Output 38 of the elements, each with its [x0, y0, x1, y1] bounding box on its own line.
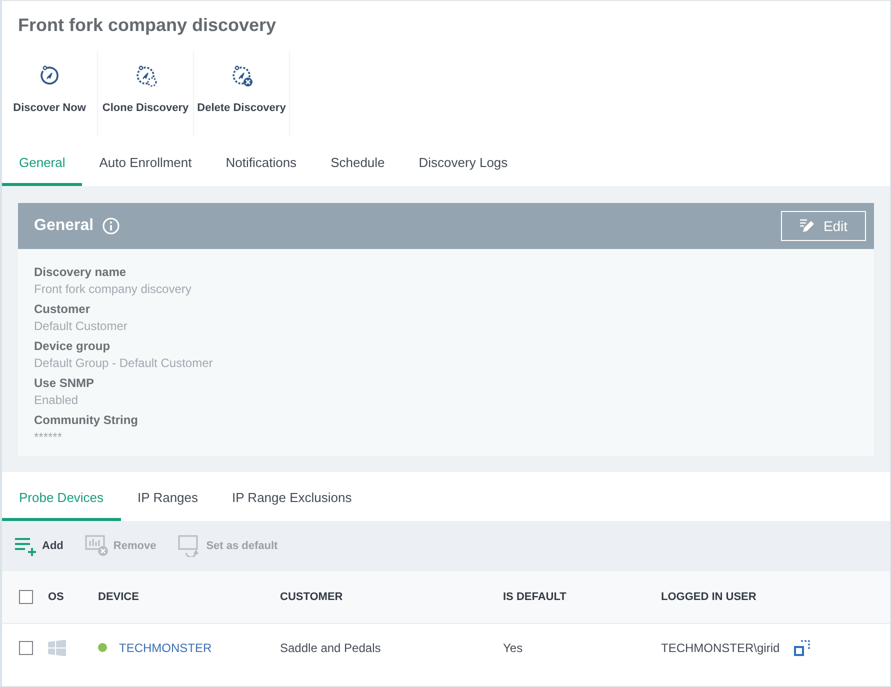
column-header: CUSTOMER: [280, 591, 344, 603]
column-header: OS: [48, 591, 65, 603]
column-header: DEVICE: [98, 591, 140, 603]
field-label: Customer: [34, 302, 92, 316]
field-label: Use SNMP: [34, 376, 96, 390]
field-value: Default Group - Default Customer: [34, 356, 214, 370]
toolbar-button[interactable]: Add: [14, 536, 64, 556]
checkbox[interactable]: [19, 590, 33, 604]
table-cell: TECHMONSTER\girid: [661, 640, 780, 654]
info-icon: [102, 217, 120, 235]
tab[interactable]: Discovery Logs: [402, 141, 525, 186]
table-cell-text: Yes: [503, 640, 524, 654]
field-label: Community String: [34, 413, 139, 427]
card-title: General: [34, 217, 94, 235]
device-link[interactable]: TECHMONSTER: [119, 640, 212, 654]
monitor-remove-icon: [85, 535, 110, 557]
tab[interactable]: IP Ranges: [120, 476, 216, 521]
tab[interactable]: Notifications: [208, 141, 314, 186]
field-value: ******: [34, 430, 64, 444]
field-label: Discovery name: [34, 265, 128, 279]
column-header: LOGGED IN USER: [661, 591, 758, 603]
tab[interactable]: Auto Enrollment: [82, 141, 209, 186]
compass-copy-icon: [134, 64, 158, 88]
field-label: Device group: [34, 339, 112, 353]
field-value: Front fork company discovery: [34, 282, 192, 296]
remote-screen-icon[interactable]: [794, 640, 810, 656]
page-title: Front fork company discovery: [17, 14, 278, 37]
pencil-icon: [799, 218, 816, 234]
checkbox[interactable]: [19, 640, 33, 654]
list-add-icon: [14, 536, 38, 556]
column-header: IS DEFAULT: [503, 591, 568, 603]
field-value: Enabled: [34, 393, 80, 407]
tab[interactable]: Schedule: [314, 141, 402, 186]
field-value: Default Customer: [34, 319, 128, 333]
windows-icon: [48, 640, 66, 656]
tab[interactable]: IP Range Exclusions: [215, 476, 369, 521]
compass-delete-icon: [230, 64, 254, 88]
table-cell-text: Saddle and Pedals: [280, 640, 382, 654]
